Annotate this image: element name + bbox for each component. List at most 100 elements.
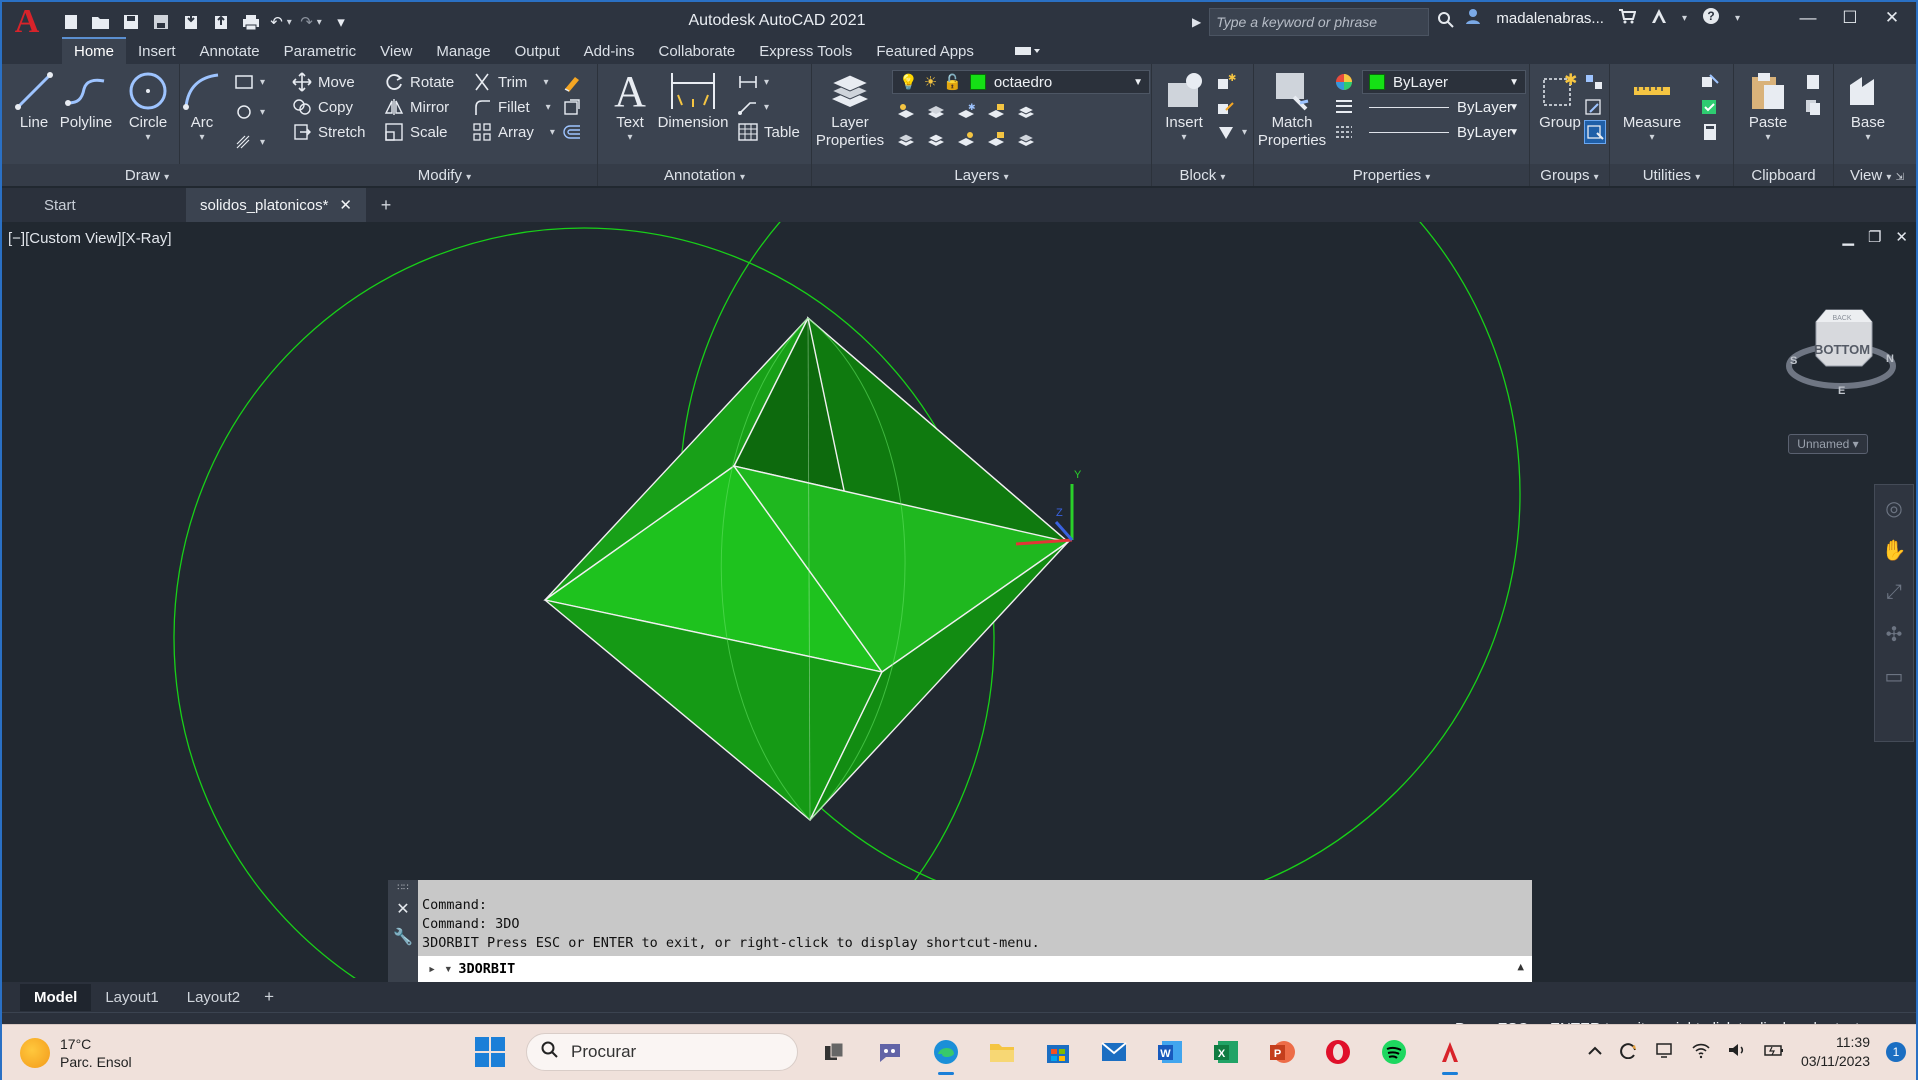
teams-chat-icon[interactable] bbox=[870, 1032, 910, 1072]
gradient-tool[interactable]: ▾ bbox=[234, 130, 265, 154]
rotate-tool[interactable]: Rotate bbox=[384, 70, 454, 94]
stretch-tool[interactable]: Stretch bbox=[292, 120, 366, 144]
word-icon[interactable]: W bbox=[1150, 1032, 1190, 1072]
circle-dropdown-icon[interactable]: ▾ bbox=[145, 132, 150, 143]
microsoft-store-icon[interactable] bbox=[1038, 1032, 1078, 1072]
layer-previous-icon[interactable] bbox=[896, 130, 916, 153]
powerpoint-icon[interactable]: P bbox=[1262, 1032, 1302, 1072]
add-layout-button[interactable]: + bbox=[254, 983, 284, 1011]
layers-panel-title[interactable]: Layers ▾ bbox=[812, 164, 1151, 186]
fillet-tool[interactable]: Fillet ▾ bbox=[472, 95, 551, 119]
customize-icon[interactable]: 🔧 bbox=[393, 927, 413, 947]
tab-parametric[interactable]: Parametric bbox=[272, 39, 369, 64]
copy-clip-tool[interactable] bbox=[1804, 95, 1824, 119]
group-tool[interactable]: ✱ Group bbox=[1530, 68, 1590, 132]
layer-unisolate-icon[interactable] bbox=[926, 130, 946, 153]
color-wheel-tool[interactable] bbox=[1334, 70, 1354, 94]
redo-icon[interactable]: ↷ ▾ bbox=[300, 11, 322, 33]
command-input[interactable]: ▸ ▾ 3DORBIT ▲ bbox=[418, 956, 1532, 982]
cart-icon[interactable] bbox=[1618, 7, 1637, 29]
properties-panel-title[interactable]: Properties ▾ bbox=[1254, 164, 1529, 186]
close-tab-icon[interactable]: ✕ bbox=[339, 196, 352, 214]
utilities-panel-title[interactable]: Utilities ▾ bbox=[1610, 164, 1733, 186]
tab-collaborate[interactable]: Collaborate bbox=[646, 39, 747, 64]
tab-add-ins[interactable]: Add-ins bbox=[572, 39, 647, 64]
keyword-search-input[interactable]: Type a keyword or phrase bbox=[1209, 8, 1430, 36]
weather-widget[interactable]: 17°C Parc. Ensol bbox=[20, 1035, 132, 1071]
edge-browser-icon[interactable] bbox=[926, 1032, 966, 1075]
layer-match-icon[interactable] bbox=[1016, 102, 1036, 125]
erase-tool[interactable] bbox=[562, 70, 582, 94]
trim-tool[interactable]: Trim ▾ bbox=[472, 70, 548, 94]
paste-dropdown-icon[interactable]: ▾ bbox=[1765, 132, 1770, 143]
viewcube[interactable]: BOTTOM BACK S N E bbox=[1786, 294, 1896, 404]
layer-properties-tool[interactable]: Layer Properties bbox=[814, 68, 886, 150]
infocenter-expand-icon[interactable]: ▶ bbox=[1192, 15, 1201, 29]
grip-icon[interactable]: ∷∷ bbox=[397, 882, 408, 893]
dimension-tool[interactable]: Dimension bbox=[658, 68, 728, 132]
new-icon[interactable] bbox=[60, 11, 82, 33]
scale-tool[interactable]: Scale bbox=[384, 120, 448, 144]
arc-tool[interactable]: Arc ▾ bbox=[172, 68, 232, 143]
polyline-tool[interactable]: Polyline bbox=[56, 68, 116, 132]
save-to-web-icon[interactable] bbox=[210, 11, 232, 33]
move-tool[interactable]: Move bbox=[292, 70, 355, 94]
new-drawing-tab-button[interactable]: + bbox=[366, 195, 406, 216]
layer-thaw-all-icon[interactable] bbox=[956, 130, 976, 153]
command-line-handle[interactable]: ∷∷ ✕ 🔧 bbox=[388, 880, 418, 982]
array-tool[interactable]: Array ▾ bbox=[472, 120, 555, 144]
group-edit-tool[interactable] bbox=[1584, 95, 1604, 119]
windows-start-icon[interactable] bbox=[470, 1032, 510, 1072]
view-panel-title[interactable]: View ▾ ⇲ bbox=[1834, 164, 1916, 186]
onedrive-sync-icon[interactable] bbox=[1619, 1041, 1639, 1064]
tab-model[interactable]: Model bbox=[20, 983, 92, 1011]
viewport-close-icon[interactable]: ✕ bbox=[1895, 228, 1908, 246]
layer-unlock-icon[interactable]: 🔓 bbox=[943, 73, 962, 91]
lineweight-tool[interactable] bbox=[1334, 95, 1354, 119]
help-dropdown-icon[interactable]: ▾ bbox=[1735, 13, 1740, 24]
linetype-tool[interactable] bbox=[1334, 120, 1354, 144]
tab-annotate[interactable]: Annotate bbox=[188, 39, 272, 64]
draw-panel-title[interactable]: Draw ▾ bbox=[2, 164, 292, 186]
quick-select-tool[interactable] bbox=[1700, 70, 1720, 94]
plot-icon[interactable] bbox=[240, 11, 262, 33]
group-selection-toggle[interactable] bbox=[1584, 120, 1606, 144]
mirror-tool[interactable]: Mirror bbox=[384, 95, 449, 119]
text-dropdown-icon[interactable]: ▾ bbox=[627, 132, 632, 143]
file-explorer-icon[interactable] bbox=[982, 1032, 1022, 1072]
close-command-line-icon[interactable]: ✕ bbox=[396, 899, 409, 919]
color-dropdown[interactable]: ByLayer ▼ bbox=[1362, 70, 1526, 94]
layer-off-icon[interactable] bbox=[896, 102, 916, 125]
undo-icon[interactable]: ↶ ▾ bbox=[270, 11, 292, 33]
tab-insert[interactable]: Insert bbox=[126, 39, 188, 64]
base-dropdown-icon[interactable]: ▾ bbox=[1865, 132, 1870, 143]
viewport-restore-icon[interactable]: ❐ bbox=[1868, 228, 1881, 246]
open-from-web-icon[interactable] bbox=[180, 11, 202, 33]
copy-tool[interactable]: Copy bbox=[292, 95, 353, 119]
layer-freeze-icon[interactable]: ✱ bbox=[956, 102, 976, 125]
tab-express-tools[interactable]: Express Tools bbox=[747, 39, 864, 64]
line-tool[interactable]: Line bbox=[4, 68, 64, 132]
maximize-button[interactable]: ☐ bbox=[1836, 8, 1864, 28]
layer-thaw-icon[interactable]: ☀ bbox=[924, 73, 937, 91]
insert-dropdown-icon[interactable]: ▾ bbox=[1181, 132, 1186, 143]
tab-manage[interactable]: Manage bbox=[424, 39, 502, 64]
tab-featured-apps[interactable]: Featured Apps bbox=[864, 39, 986, 64]
excel-icon[interactable]: X bbox=[1206, 1032, 1246, 1072]
viewport-controls-label[interactable]: [−][Custom View][X-Ray] bbox=[8, 230, 172, 247]
clipboard-panel-title[interactable]: Clipboard bbox=[1734, 164, 1833, 186]
steering-wheel-icon[interactable]: ◎ bbox=[1879, 493, 1909, 523]
orbit-icon[interactable]: ✣ bbox=[1879, 619, 1909, 649]
notification-badge[interactable]: 1 bbox=[1886, 1042, 1906, 1062]
user-icon[interactable] bbox=[1464, 7, 1482, 29]
customize-qat-icon[interactable]: ▾ bbox=[330, 11, 352, 33]
open-icon[interactable] bbox=[90, 11, 112, 33]
linear-dimension-tool[interactable]: ▾ bbox=[738, 70, 769, 94]
tab-home[interactable]: Home bbox=[62, 37, 127, 64]
autocad-logo[interactable]: A bbox=[2, 2, 52, 42]
cut-tool[interactable] bbox=[1804, 70, 1824, 94]
tab-output[interactable]: Output bbox=[503, 39, 572, 64]
autocad-taskbar-icon[interactable] bbox=[1430, 1032, 1470, 1075]
show-hidden-icons-icon[interactable] bbox=[1587, 1043, 1603, 1061]
zoom-extents-icon[interactable]: ⤢ bbox=[1879, 577, 1909, 607]
